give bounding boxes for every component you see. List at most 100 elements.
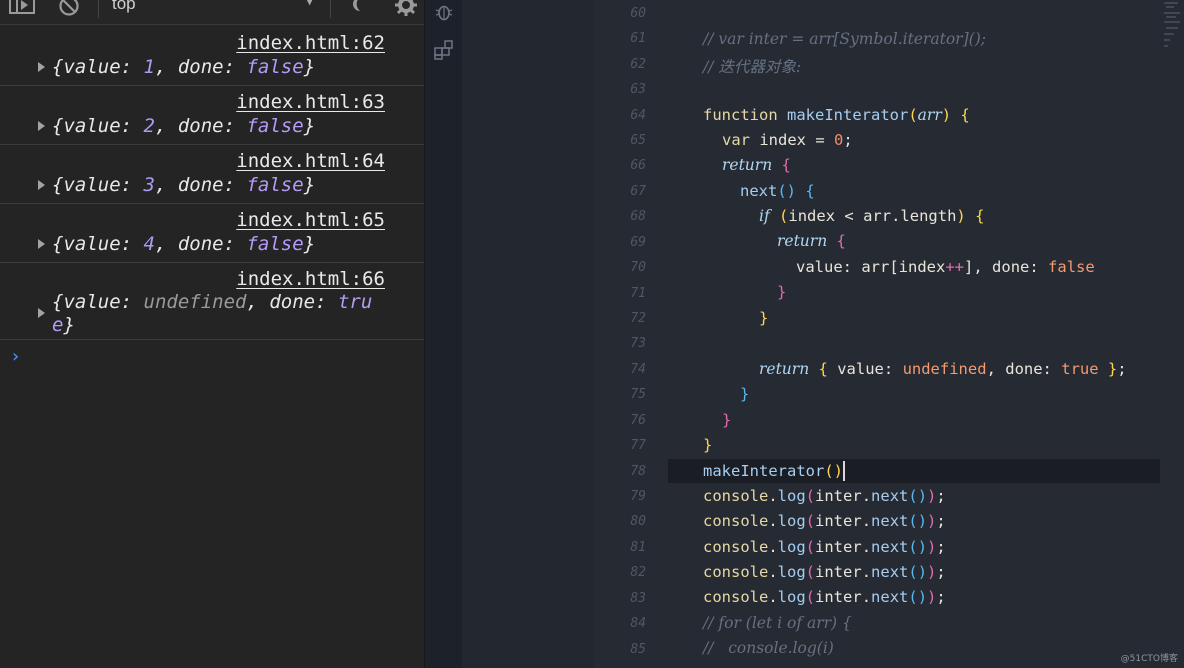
log-source-link[interactable]: index.html:65 bbox=[236, 209, 385, 231]
token-method: log bbox=[777, 512, 806, 530]
token-semicolon: ; bbox=[936, 588, 946, 606]
expand-arrow-icon[interactable] bbox=[38, 62, 45, 72]
live-expression-icon[interactable] bbox=[347, 0, 365, 13]
log-source-link[interactable]: index.html:63 bbox=[236, 91, 385, 113]
code-line-84: // for (let i of arr) { bbox=[703, 614, 852, 632]
token-method: next bbox=[871, 512, 909, 530]
token-function-name: makeInterator bbox=[787, 106, 909, 124]
console-log-entry: index.html:65 {value: 4, done: false} bbox=[0, 203, 424, 263]
line-number: 70 bbox=[630, 260, 646, 275]
code-line-71: } bbox=[777, 283, 787, 301]
log-source-link[interactable]: index.html:66 bbox=[236, 268, 385, 290]
token-method: next bbox=[871, 588, 909, 606]
expand-arrow-icon[interactable] bbox=[38, 239, 45, 249]
line-number: 62 bbox=[630, 57, 646, 72]
line-number: 73 bbox=[630, 336, 646, 351]
extensions-icon[interactable] bbox=[434, 40, 454, 60]
line-number: 72 bbox=[630, 311, 646, 326]
code-line-81: console.log(inter.next()); bbox=[703, 538, 946, 556]
token-property: done: bbox=[1005, 360, 1052, 378]
console-log-entry: index.html:64 {value: 3, done: false} bbox=[0, 144, 424, 204]
log-object-preview[interactable]: {value: 2, done: false} bbox=[52, 115, 315, 138]
obj-key-value: {value: bbox=[52, 56, 144, 78]
code-line-62: // 迭代器对象: bbox=[703, 58, 802, 76]
obj-key-done: , done: bbox=[246, 291, 338, 313]
token-semicolon: ; bbox=[936, 538, 946, 556]
obj-key-done: , done: bbox=[154, 115, 247, 137]
line-number: 83 bbox=[630, 591, 646, 606]
minimap[interactable] bbox=[1160, 0, 1184, 60]
line-number: 69 bbox=[630, 235, 646, 250]
token-method: log bbox=[777, 487, 806, 505]
chevron-down-icon[interactable]: ▼ bbox=[306, 0, 313, 8]
token-keyword: return bbox=[759, 360, 810, 378]
token-identifier: inter bbox=[815, 487, 862, 505]
obj-key-value: {value: bbox=[52, 174, 144, 196]
code-line-75: } bbox=[740, 385, 750, 403]
line-number: 64 bbox=[630, 108, 646, 123]
expand-arrow-icon[interactable] bbox=[38, 308, 45, 318]
token-object: console bbox=[703, 487, 769, 505]
token-semicolon: ; bbox=[1117, 360, 1127, 378]
token-literal: true bbox=[1061, 360, 1099, 378]
code-line-76: } bbox=[722, 411, 732, 429]
token-method: next bbox=[871, 563, 909, 581]
explorer-sidebar bbox=[462, 0, 594, 668]
obj-value-bool: false bbox=[246, 115, 304, 137]
code-line-70: value: arr[index++], done: false bbox=[796, 258, 1095, 276]
log-object-preview[interactable]: {value: undefined, done: tru e} bbox=[52, 291, 372, 337]
line-number: 66 bbox=[630, 158, 646, 173]
token-keyword: return bbox=[722, 156, 773, 174]
log-object-preview[interactable]: {value: 1, done: false} bbox=[52, 56, 315, 79]
debug-icon[interactable] bbox=[435, 2, 453, 22]
token-keyword: var bbox=[722, 131, 750, 149]
token-operator: < bbox=[844, 207, 854, 225]
token-function-call: makeInterator bbox=[703, 462, 825, 480]
obj-value-number: 1 bbox=[143, 56, 155, 78]
line-number: 81 bbox=[630, 540, 646, 555]
code-line-82: console.log(inter.next()); bbox=[703, 563, 946, 581]
show-sidebar-icon[interactable] bbox=[9, 0, 35, 15]
text-cursor bbox=[843, 461, 845, 481]
code-line-69: return { bbox=[777, 232, 846, 250]
log-source-link[interactable]: index.html:64 bbox=[236, 150, 385, 172]
token-identifier: arr[index bbox=[861, 258, 946, 276]
token-keyword: return bbox=[777, 232, 828, 250]
line-number: 75 bbox=[630, 387, 646, 402]
token-object: console bbox=[703, 538, 769, 556]
code-line-64: function makeInterator(arr) { bbox=[703, 106, 970, 124]
log-object-preview[interactable]: {value: 4, done: false} bbox=[52, 233, 315, 256]
console-log-entry: index.html:62 {value: 1, done: false} bbox=[0, 26, 424, 86]
expand-arrow-icon[interactable] bbox=[38, 121, 45, 131]
code-line-65: var index = 0; bbox=[722, 131, 853, 149]
token-operator: ++ bbox=[945, 258, 965, 276]
line-number: 71 bbox=[630, 286, 646, 301]
code-line-85: // console.log(i) bbox=[703, 639, 834, 657]
line-number: 80 bbox=[630, 514, 646, 529]
code-line-80: console.log(inter.next()); bbox=[703, 512, 946, 530]
line-number: 76 bbox=[630, 413, 646, 428]
code-line-68: if (index < arr.length) { bbox=[759, 207, 985, 225]
line-number: 79 bbox=[630, 489, 646, 504]
log-object-preview[interactable]: {value: 3, done: false} bbox=[52, 174, 315, 197]
obj-value-number: 3 bbox=[143, 174, 155, 196]
obj-value-bool-part2: e bbox=[52, 314, 64, 336]
code-line-78: makeInterator() bbox=[703, 462, 843, 480]
code-line-61: // var inter = arr[Symbol.iterator](); bbox=[703, 30, 986, 48]
obj-value-bool: false bbox=[246, 174, 304, 196]
watermark: @51CTO博客 bbox=[1120, 654, 1178, 664]
token-identifier: index bbox=[788, 207, 836, 225]
gear-icon[interactable] bbox=[394, 0, 418, 17]
console-prompt[interactable]: › bbox=[10, 346, 21, 367]
log-source-link[interactable]: index.html:62 bbox=[236, 32, 385, 54]
context-selector[interactable]: top bbox=[112, 0, 136, 14]
obj-close-brace: } bbox=[303, 233, 316, 255]
expand-arrow-icon[interactable] bbox=[38, 180, 45, 190]
obj-value-undefined: undefined bbox=[143, 291, 247, 313]
console-log-entry: index.html:66 {value: undefined, done: t… bbox=[0, 262, 424, 340]
clear-console-icon[interactable] bbox=[58, 0, 80, 17]
obj-value-number: 2 bbox=[143, 115, 155, 137]
code-line-77: } bbox=[703, 436, 713, 454]
obj-key-value: {value: bbox=[52, 115, 144, 137]
code-line-83: console.log(inter.next()); bbox=[703, 588, 946, 606]
